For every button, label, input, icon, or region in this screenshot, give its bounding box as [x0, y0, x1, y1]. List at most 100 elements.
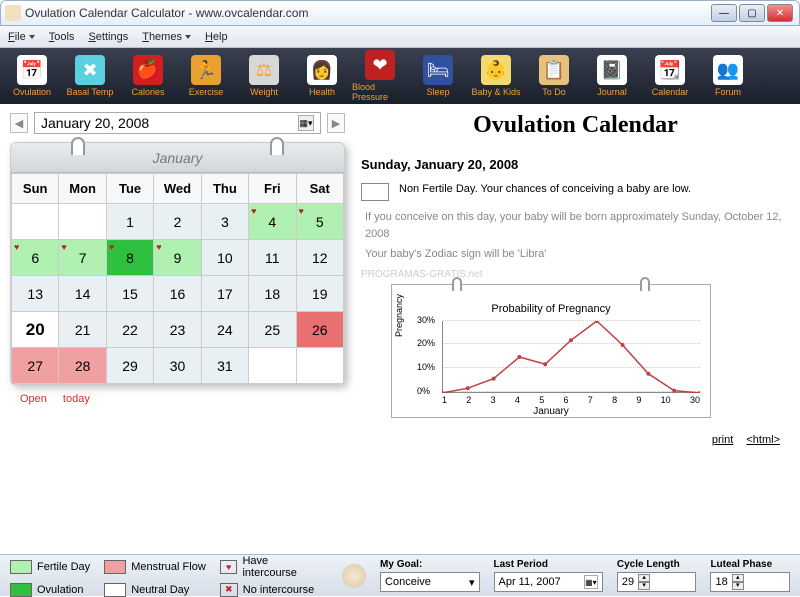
calendar-day — [249, 348, 296, 384]
today-link[interactable]: today — [63, 393, 90, 405]
toolbar-calories[interactable]: 🍎Calories — [120, 50, 176, 102]
luteal-phase-input[interactable]: 18▴▾ — [710, 572, 790, 592]
calendar-day — [12, 204, 59, 240]
calendar-day[interactable]: 12 — [296, 240, 343, 276]
toolbar-blood-pressure[interactable]: ❤Blood Pressure — [352, 50, 408, 102]
prev-day-button[interactable]: ◀ — [10, 113, 28, 133]
toolbar-sleep[interactable]: 🛏Sleep — [410, 50, 466, 102]
luteal-phase-label: Luteal Phase — [710, 559, 790, 570]
calendar-day[interactable]: ♥7 — [59, 240, 106, 276]
calendar-day[interactable]: 26 — [296, 312, 343, 348]
heart-icon: ♥ — [109, 242, 114, 252]
calendar-icon: 📆 — [655, 55, 685, 85]
sleep-icon: 🛏 — [423, 55, 453, 85]
calendar-day[interactable]: 19 — [296, 276, 343, 312]
cycle-length-label: Cycle Length — [617, 559, 697, 570]
last-period-input[interactable]: Apr 11, 2007▦▾ — [494, 572, 603, 592]
calendar-day[interactable]: 15 — [106, 276, 153, 312]
calendar-day[interactable]: 22 — [106, 312, 153, 348]
chart-ylabel: Pregnancy — [394, 293, 404, 336]
pregnancy-chart: Probability of Pregnancy Pregnancy 0%10%… — [391, 284, 711, 418]
menu-themes[interactable]: Themes — [142, 31, 191, 43]
ring-icon — [71, 137, 85, 155]
ytick-label: 0% — [417, 386, 430, 396]
toolbar-calendar[interactable]: 📆Calendar — [642, 50, 698, 102]
menu-settings[interactable]: Settings — [88, 31, 128, 43]
calendar-dropdown-icon[interactable]: ▦▾ — [298, 115, 314, 131]
toolbar-weight[interactable]: ⚖Weight — [236, 50, 292, 102]
cycle-length-input[interactable]: 29▴▾ — [617, 572, 697, 592]
toolbar-to-do[interactable]: 📋To Do — [526, 50, 582, 102]
calendar-month-label: January — [153, 150, 203, 166]
spinner-icon[interactable]: ▴▾ — [732, 574, 744, 590]
dow-header: Sat — [296, 174, 343, 204]
calendar-day[interactable]: 28 — [59, 348, 106, 384]
flow-legend-swatch — [104, 560, 126, 574]
toolbar-journal[interactable]: 📓Journal — [584, 50, 640, 102]
journal-icon: 📓 — [597, 55, 627, 85]
goal-select[interactable]: Conceive — [380, 572, 479, 592]
calendar-day[interactable]: 24 — [201, 312, 248, 348]
calendar-day[interactable]: ♥9 — [154, 240, 201, 276]
flow-legend-label: Menstrual Flow — [131, 561, 206, 573]
x-icon: ✖ — [220, 583, 238, 597]
calendar-day[interactable]: 13 — [12, 276, 59, 312]
weight-icon: ⚖ — [249, 55, 279, 85]
dow-header: Sun — [12, 174, 59, 204]
window-titlebar: Ovulation Calendar Calculator - www.ovca… — [0, 0, 800, 26]
menu-tools[interactable]: Tools — [49, 31, 75, 43]
toolbar-basal-temp[interactable]: ✖Basal Temp — [62, 50, 118, 102]
calendar-dropdown-icon[interactable]: ▦▾ — [584, 575, 598, 589]
calendar-day[interactable]: 17 — [201, 276, 248, 312]
spinner-icon[interactable]: ▴▾ — [638, 574, 650, 590]
dow-header: Fri — [249, 174, 296, 204]
dow-header: Thu — [201, 174, 248, 204]
toolbar-exercise[interactable]: 🏃Exercise — [178, 50, 234, 102]
calendar-day[interactable]: 27 — [12, 348, 59, 384]
date-picker[interactable]: January 20, 2008 ▦▾ — [34, 112, 321, 134]
html-link[interactable]: <html> — [746, 434, 780, 446]
calendar-day[interactable]: 11 — [249, 240, 296, 276]
menu-file[interactable]: File — [8, 31, 35, 43]
toolbar-forum[interactable]: 👥Forum — [700, 50, 756, 102]
maximize-button[interactable]: ▢ — [739, 4, 765, 22]
close-button[interactable]: ✕ — [767, 4, 793, 22]
calendar-day[interactable]: ♥5 — [296, 204, 343, 240]
conceive-info-text: If you conceive on this day, your baby w… — [365, 209, 790, 242]
calendar-day[interactable]: 14 — [59, 276, 106, 312]
calendar-day[interactable]: 21 — [59, 312, 106, 348]
calendar-day[interactable]: 3 — [201, 204, 248, 240]
print-link[interactable]: print — [712, 434, 733, 446]
no-legend-label: No intercourse — [243, 584, 315, 596]
ovulation-legend-swatch — [10, 583, 32, 597]
calendar-header: January — [11, 143, 344, 173]
calendar-day[interactable]: 23 — [154, 312, 201, 348]
minimize-button[interactable]: — — [711, 4, 737, 22]
menu-help[interactable]: Help — [205, 31, 228, 43]
calendar-day[interactable]: 29 — [106, 348, 153, 384]
calendar-day[interactable]: 10 — [201, 240, 248, 276]
next-day-button[interactable]: ▶ — [327, 113, 345, 133]
calendar-day[interactable]: 2 — [154, 204, 201, 240]
calendar-day[interactable]: ♥4 — [249, 204, 296, 240]
calendar-day[interactable]: 20 — [12, 312, 59, 348]
dow-header: Tue — [106, 174, 153, 204]
toolbar-ovulation[interactable]: 📅Ovulation — [4, 50, 60, 102]
heart-icon: ♥ — [156, 242, 161, 252]
blood-pressure-icon: ❤ — [365, 50, 395, 80]
calendar-day[interactable]: 1 — [106, 204, 153, 240]
calendar-day[interactable]: 30 — [154, 348, 201, 384]
calendar-day[interactable]: 18 — [249, 276, 296, 312]
calendar-day[interactable]: 31 — [201, 348, 248, 384]
ovulation-icon: 📅 — [17, 55, 47, 85]
calendar-day[interactable]: ♥8 — [106, 240, 153, 276]
neutral-legend-swatch — [104, 583, 126, 597]
toolbar-health[interactable]: 👩Health — [294, 50, 350, 102]
calendar-day[interactable]: 25 — [249, 312, 296, 348]
toolbar-baby-kids[interactable]: 👶Baby & Kids — [468, 50, 524, 102]
calendar-day[interactable]: ♥6 — [12, 240, 59, 276]
zodiac-info-text: Your baby's Zodiac sign will be 'Libra' — [365, 246, 790, 263]
calendar-day[interactable]: 16 — [154, 276, 201, 312]
ytick-label: 30% — [417, 315, 435, 325]
open-link[interactable]: Open — [20, 393, 47, 405]
